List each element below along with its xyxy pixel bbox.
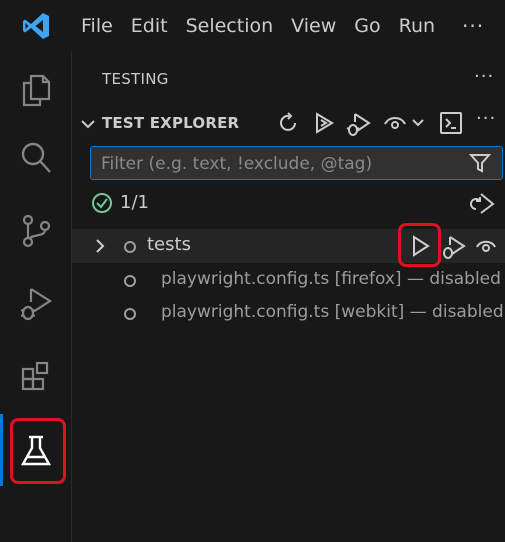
menu-go[interactable]: Go	[345, 0, 389, 52]
extensions-icon[interactable]	[0, 343, 71, 411]
tree-label-tests: tests	[147, 234, 191, 255]
tree-row-firefox[interactable]: playwright.config.ts [firefox] — disable…	[72, 263, 505, 297]
search-icon[interactable]	[0, 124, 71, 192]
source-control-icon[interactable]	[0, 197, 71, 265]
menu-more-button[interactable]: ···	[444, 0, 502, 52]
vscode-logo-icon	[0, 0, 72, 52]
run-and-debug-icon[interactable]	[0, 269, 71, 337]
section-more-button[interactable]: ···	[476, 108, 496, 129]
title-bar: File Edit Selection View Go Run ···	[0, 0, 505, 52]
chevron-down-icon[interactable]	[411, 117, 425, 129]
menu-run[interactable]: Run	[390, 0, 444, 52]
test-status-icon	[124, 241, 136, 253]
panel-title: TESTING	[102, 70, 169, 88]
rerun-icon[interactable]	[470, 191, 496, 217]
check-circle-icon	[91, 192, 113, 214]
filter-icon[interactable]	[469, 152, 491, 174]
filter-box[interactable]	[90, 146, 503, 180]
test-status-icon	[124, 275, 136, 287]
testing-panel: TESTING ··· TEST EXPLORER ··· Filter (e.…	[72, 52, 505, 542]
debug-all-icon[interactable]	[345, 111, 371, 137]
panel-more-button[interactable]: ···	[474, 66, 494, 87]
tree-label-webkit: playwright.config.ts [webkit] — disabled	[161, 302, 504, 322]
tree-row-tests[interactable]: tests	[72, 223, 505, 267]
active-indicator	[0, 414, 3, 486]
eye-icon[interactable]	[383, 112, 407, 134]
test-status-icon	[124, 308, 136, 320]
menu-edit[interactable]: Edit	[122, 0, 177, 52]
highlight-run-test	[398, 223, 441, 267]
menu-selection[interactable]: Selection	[177, 0, 283, 52]
chevron-right-icon[interactable]	[94, 238, 106, 254]
menu-file[interactable]: File	[72, 0, 122, 52]
refresh-icon[interactable]	[276, 111, 300, 135]
menu-view[interactable]: View	[282, 0, 345, 52]
debug-test-icon[interactable]	[440, 234, 466, 260]
test-status-row: 1/1	[72, 188, 505, 220]
test-result-count: 1/1	[120, 192, 149, 213]
highlight-testing	[10, 418, 66, 484]
tree-label-firefox: playwright.config.ts [firefox] — disable…	[161, 269, 501, 289]
eye-icon[interactable]	[475, 236, 497, 256]
tree-row-webkit[interactable]: playwright.config.ts [webkit] — disabled	[72, 296, 505, 330]
terminal-icon[interactable]	[439, 111, 463, 135]
explorer-icon[interactable]	[0, 56, 71, 124]
filter-input[interactable]	[99, 151, 463, 177]
run-all-icon[interactable]	[312, 111, 336, 135]
chevron-down-icon[interactable]	[80, 116, 96, 132]
menu-bar: File Edit Selection View Go Run ···	[72, 0, 502, 52]
section-title: TEST EXPLORER	[102, 114, 240, 132]
activity-bar	[0, 52, 72, 542]
test-explorer-header[interactable]: TEST EXPLORER ···	[72, 108, 505, 138]
